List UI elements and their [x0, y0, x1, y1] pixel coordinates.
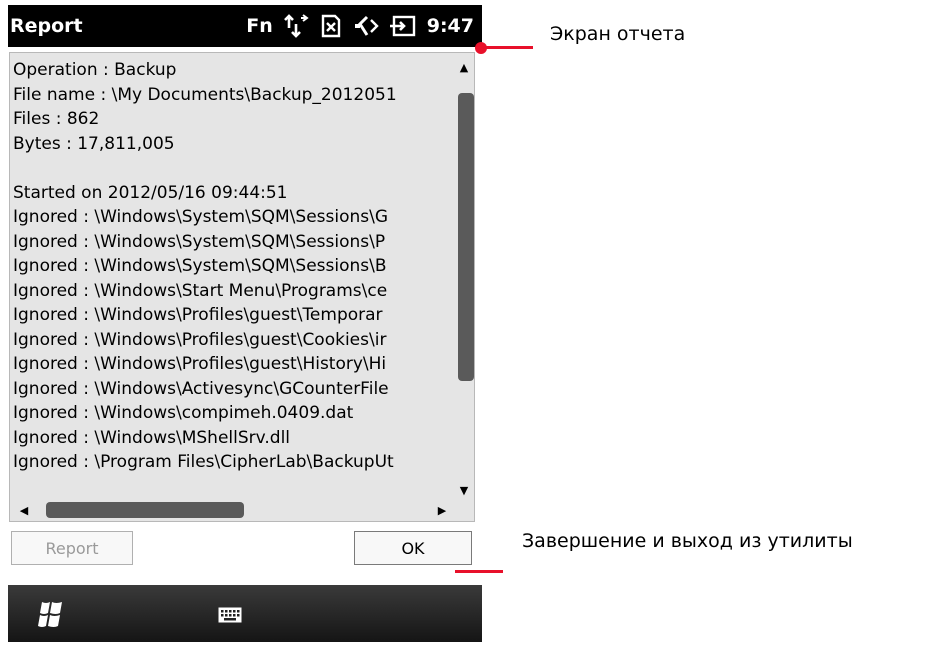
horizontal-scroll-thumb[interactable]: [46, 502, 244, 518]
callout-line-ok: [455, 570, 503, 573]
report-line: Ignored : \Windows\Activesync\GCounterFi…: [13, 378, 389, 399]
ok-button[interactable]: OK: [354, 531, 472, 565]
annotation-report-screen: Экран отчета: [550, 23, 686, 45]
report-line: Operation : Backup: [13, 60, 177, 80]
scroll-left-arrow-icon[interactable]: ◀: [14, 499, 34, 521]
report-text-box[interactable]: Operation : Backup File name : \My Docume…: [9, 52, 475, 522]
device-screen: Report Fn 9:47 Operation: Backup File n…: [8, 5, 482, 642]
vertical-scrollbar[interactable]: ▲ ▼: [454, 53, 474, 500]
report-line: Ignored : \Windows\System\SQM\Sessions\P: [13, 231, 386, 252]
annotation-finish-exit: Завершение и выход из утилиты: [522, 530, 853, 552]
scroll-down-arrow-icon[interactable]: ▼: [454, 480, 474, 500]
fn-indicator: Fn: [246, 15, 273, 37]
report-line: Ignored : \Windows\compimeh.0409.dat: [13, 403, 354, 423]
report-line: [13, 156, 453, 181]
clock: 9:47: [426, 15, 474, 37]
soft-key-bar: [8, 585, 482, 642]
report-line: Started on 2012/05/16 09:44:51: [13, 182, 288, 203]
report-line: Ignored : \Windows\Start Menu\Programs\c…: [13, 280, 388, 301]
report-button[interactable]: Report: [11, 531, 133, 565]
report-client-area: Operation : Backup File name : \My Docume…: [8, 47, 482, 585]
report-line: Bytes : 17,811,005: [13, 133, 175, 154]
title-bar: Report Fn 9:47: [8, 5, 482, 47]
report-line: Ignored : \Windows\Profiles\guest\Tempor…: [13, 305, 383, 325]
horizontal-scrollbar[interactable]: ◀ ▶: [10, 499, 456, 521]
scroll-right-arrow-icon[interactable]: ▶: [432, 499, 452, 521]
report-line: Ignored : \Windows\Profiles\guest\Cookie…: [13, 329, 387, 350]
connectivity-arrows-icon[interactable]: [283, 14, 309, 38]
window-title: Report: [10, 15, 83, 37]
vertical-scroll-thumb[interactable]: [458, 93, 474, 381]
scroll-up-arrow-icon[interactable]: ▲: [454, 57, 474, 77]
report-line: Ignored : \Windows\System\SQM\Sessions\G: [13, 207, 389, 227]
report-line: File name : \My Documents\Backup_2012051: [13, 84, 397, 105]
report-line: Ignored : \Windows\MShellSrv.dll: [13, 427, 291, 448]
callout-line-report: [481, 46, 533, 49]
report-line: Ignored : \Program Files\CipherLab\Backu…: [13, 452, 394, 472]
scrollbar-corner: [454, 499, 474, 521]
no-sim-icon[interactable]: [319, 14, 343, 38]
windows-start-icon[interactable]: [36, 601, 66, 631]
report-line: Ignored : \Windows\Profiles\guest\Histor…: [13, 354, 387, 374]
report-line: Files : 862: [13, 109, 100, 129]
report-line: Ignored : \Windows\System\SQM\Sessions\B: [13, 256, 387, 276]
speaker-muted-icon[interactable]: [353, 14, 379, 38]
battery-charging-icon[interactable]: [389, 14, 417, 38]
status-area: Fn 9:47: [246, 13, 474, 39]
keyboard-icon[interactable]: [218, 607, 242, 627]
report-lines: Operation : Backup File name : \My Docume…: [13, 58, 453, 475]
